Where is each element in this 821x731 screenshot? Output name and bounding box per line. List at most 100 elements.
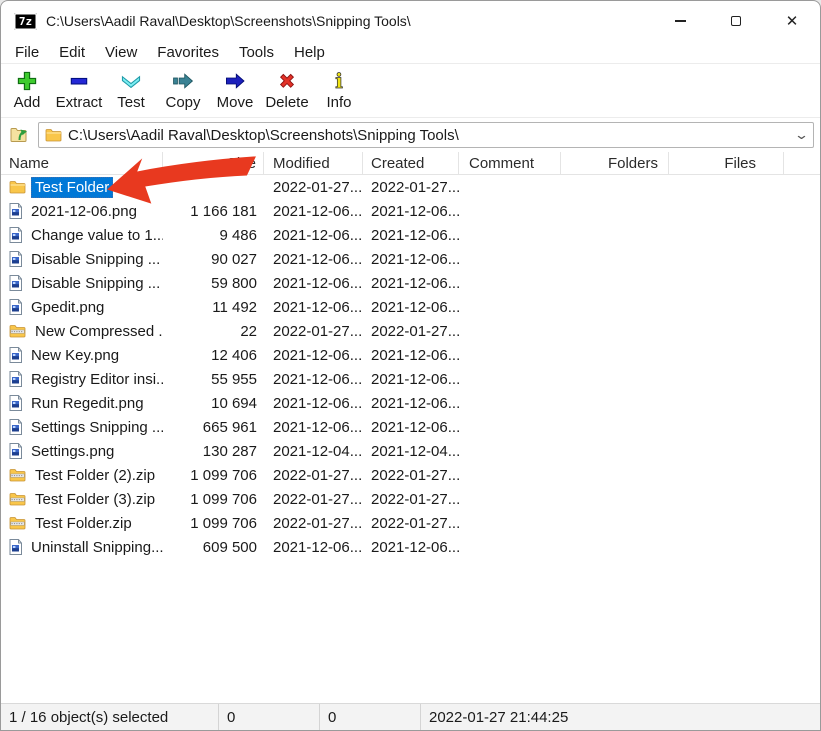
file-name[interactable]: Registry Editor insi... bbox=[27, 369, 163, 390]
file-created: 2022-01-27... bbox=[363, 323, 459, 340]
table-row[interactable]: New Key.png 12 406 2021-12-06... 2021-12… bbox=[1, 343, 820, 367]
table-row[interactable]: 2021-12-06.png 1 166 181 2021-12-06... 2… bbox=[1, 199, 820, 223]
file-name[interactable]: Settings.png bbox=[27, 441, 118, 462]
close-button[interactable]: ✕ bbox=[764, 1, 820, 41]
minimize-button[interactable] bbox=[652, 1, 708, 41]
image-file-icon bbox=[9, 371, 22, 387]
file-created: 2021-12-06... bbox=[363, 251, 459, 268]
file-name[interactable]: Disable Snipping ... bbox=[27, 273, 163, 294]
image-file-icon bbox=[9, 443, 22, 459]
menu-item-help[interactable]: Help bbox=[284, 44, 335, 61]
file-modified: 2021-12-06... bbox=[264, 299, 363, 316]
file-size: 1 099 706 bbox=[163, 515, 264, 532]
table-row[interactable]: Gpedit.png 11 492 2021-12-06... 2021-12-… bbox=[1, 295, 820, 319]
minimize-icon bbox=[675, 20, 686, 21]
menu-item-edit[interactable]: Edit bbox=[49, 44, 95, 61]
file-created: 2021-12-06... bbox=[363, 275, 459, 292]
table-row[interactable]: Registry Editor insi... 55 955 2021-12-0… bbox=[1, 367, 820, 391]
file-name[interactable]: Test Folder (3).zip bbox=[31, 489, 159, 510]
add-button[interactable]: Add bbox=[1, 69, 53, 111]
file-name[interactable]: Test Folder.zip bbox=[31, 513, 136, 534]
toolbar: Add Extract Test Copy Move Delete i Info bbox=[1, 64, 820, 118]
info-icon: i bbox=[326, 69, 352, 93]
table-row[interactable]: Run Regedit.png 10 694 2021-12-06... 202… bbox=[1, 391, 820, 415]
file-name[interactable]: Gpedit.png bbox=[27, 297, 108, 318]
column-headers: Name Size Modified Created Comment Folde… bbox=[1, 152, 820, 175]
image-file-icon bbox=[9, 299, 22, 315]
file-name[interactable]: 2021-12-06.png bbox=[27, 201, 141, 222]
table-row[interactable]: Uninstall Snipping... 609 500 2021-12-06… bbox=[1, 535, 820, 559]
file-created: 2022-01-27... bbox=[363, 491, 459, 508]
file-size: 1 166 181 bbox=[163, 203, 264, 220]
file-modified: 2021-12-04... bbox=[264, 443, 363, 460]
add-plus-icon bbox=[14, 69, 40, 93]
copy-button[interactable]: Copy bbox=[157, 69, 209, 111]
menu-item-tools[interactable]: Tools bbox=[229, 44, 284, 61]
column-header-files[interactable]: Files bbox=[669, 152, 784, 174]
table-row[interactable]: Test Folder 2022-01-27... 2022-01-27... bbox=[1, 175, 820, 199]
menu-item-favorites[interactable]: Favorites bbox=[147, 44, 229, 61]
table-row[interactable]: Test Folder.zip 1 099 706 2022-01-27... … bbox=[1, 511, 820, 535]
table-row[interactable]: Change value to 1.... 9 486 2021-12-06..… bbox=[1, 223, 820, 247]
table-row[interactable]: Disable Snipping ... 59 800 2021-12-06..… bbox=[1, 271, 820, 295]
file-created: 2022-01-27... bbox=[363, 179, 459, 196]
file-created: 2022-01-27... bbox=[363, 515, 459, 532]
file-rows: Test Folder 2022-01-27... 2022-01-27... … bbox=[1, 175, 820, 559]
table-row[interactable]: New Compressed ... 22 2022-01-27... 2022… bbox=[1, 319, 820, 343]
file-name[interactable]: Test Folder (2).zip bbox=[31, 465, 159, 486]
table-row[interactable]: Settings Snipping ... 665 961 2021-12-06… bbox=[1, 415, 820, 439]
image-file-icon bbox=[9, 395, 22, 411]
maximize-icon bbox=[731, 16, 741, 26]
file-size: 130 287 bbox=[163, 443, 264, 460]
file-created: 2021-12-06... bbox=[363, 299, 459, 316]
maximize-button[interactable] bbox=[708, 1, 764, 41]
file-modified: 2022-01-27... bbox=[264, 515, 363, 532]
table-row[interactable]: Test Folder (3).zip 1 099 706 2022-01-27… bbox=[1, 487, 820, 511]
window-title: C:\Users\Aadil Raval\Desktop\Screenshots… bbox=[46, 13, 411, 29]
column-header-size[interactable]: Size bbox=[163, 152, 264, 174]
move-button[interactable]: Move bbox=[209, 69, 261, 111]
zip-icon bbox=[9, 492, 26, 506]
file-modified: 2021-12-06... bbox=[264, 395, 363, 412]
column-header-name[interactable]: Name bbox=[1, 152, 163, 174]
move-arrow-icon bbox=[222, 69, 248, 93]
image-file-icon bbox=[9, 419, 22, 435]
zip-icon bbox=[9, 324, 26, 338]
file-created: 2021-12-06... bbox=[363, 227, 459, 244]
file-name[interactable]: Run Regedit.png bbox=[27, 393, 148, 414]
7zip-app-icon: 7z bbox=[14, 13, 37, 30]
file-name[interactable]: Test Folder bbox=[31, 177, 113, 198]
image-file-icon bbox=[9, 539, 22, 555]
table-row[interactable]: Disable Snipping ... 90 027 2021-12-06..… bbox=[1, 247, 820, 271]
file-modified: 2021-12-06... bbox=[264, 539, 363, 556]
info-button[interactable]: i Info bbox=[313, 69, 365, 111]
chevron-down-icon[interactable]: ⌄ bbox=[794, 127, 809, 143]
column-header-created[interactable]: Created bbox=[363, 152, 459, 174]
menu-item-file[interactable]: File bbox=[5, 44, 49, 61]
menu-item-view[interactable]: View bbox=[95, 44, 147, 61]
table-row[interactable]: Test Folder (2).zip 1 099 706 2022-01-27… bbox=[1, 463, 820, 487]
file-modified: 2022-01-27... bbox=[264, 491, 363, 508]
file-name[interactable]: Change value to 1.... bbox=[27, 225, 163, 246]
test-button[interactable]: Test bbox=[105, 69, 157, 111]
table-row[interactable]: Settings.png 130 287 2021-12-04... 2021-… bbox=[1, 439, 820, 463]
address-combobox[interactable]: C:\Users\Aadil Raval\Desktop\Screenshots… bbox=[38, 122, 814, 148]
column-header-modified[interactable]: Modified bbox=[264, 152, 363, 174]
file-name[interactable]: Uninstall Snipping... bbox=[27, 537, 163, 558]
file-name[interactable]: New Compressed ... bbox=[31, 321, 163, 342]
parent-folder-button[interactable] bbox=[5, 122, 33, 148]
file-name[interactable]: New Key.png bbox=[27, 345, 123, 366]
copy-arrow-icon bbox=[170, 69, 196, 93]
file-size: 12 406 bbox=[163, 347, 264, 364]
file-list-panel: Name Size Modified Created Comment Folde… bbox=[1, 152, 820, 703]
file-created: 2021-12-06... bbox=[363, 395, 459, 412]
file-size: 90 027 bbox=[163, 251, 264, 268]
column-header-folders[interactable]: Folders bbox=[561, 152, 669, 174]
extract-button[interactable]: Extract bbox=[53, 69, 105, 111]
column-header-comment[interactable]: Comment bbox=[459, 152, 561, 174]
file-name[interactable]: Settings Snipping ... bbox=[27, 417, 163, 438]
address-path[interactable]: C:\Users\Aadil Raval\Desktop\Screenshots… bbox=[68, 127, 790, 144]
file-name[interactable]: Disable Snipping ... bbox=[27, 249, 163, 270]
delete-button[interactable]: Delete bbox=[261, 69, 313, 111]
file-modified: 2021-12-06... bbox=[264, 203, 363, 220]
